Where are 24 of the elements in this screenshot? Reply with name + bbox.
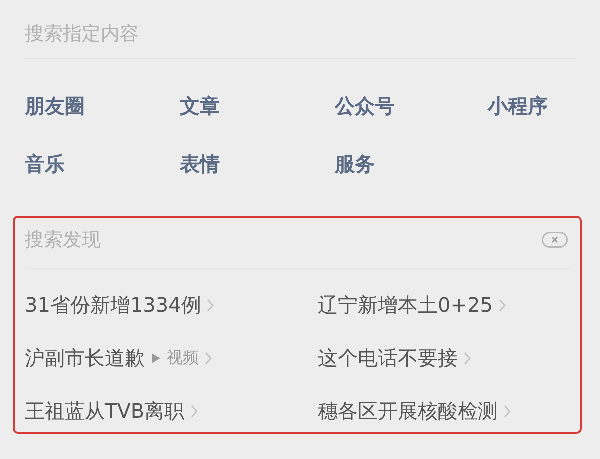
chevron-icon	[464, 352, 471, 364]
trending-link[interactable]: 辽宁新增本土0+25	[318, 289, 493, 321]
video-tag: 视频	[167, 348, 199, 368]
category-link[interactable]: 音乐	[25, 148, 65, 180]
section-title: 搜索指定内容	[25, 22, 139, 47]
category-link[interactable]: 小程序	[488, 90, 548, 122]
category-link[interactable]: 服务	[335, 148, 375, 180]
category-link[interactable]: 表情	[180, 148, 220, 180]
play-icon	[151, 352, 161, 364]
chevron-icon	[190, 404, 198, 418]
category-link[interactable]: 朋友圈	[25, 90, 85, 122]
trending-link[interactable]: 沪副市长道歉	[25, 342, 145, 374]
close-icon[interactable]	[542, 232, 568, 248]
category-link[interactable]: 公众号	[335, 90, 395, 122]
section-title: 搜索发现	[25, 228, 101, 253]
chevron-icon	[498, 298, 506, 312]
trending-link[interactable]: 穗各区开展核酸检测	[318, 395, 498, 427]
chevron-icon	[504, 404, 511, 418]
trending-link[interactable]: 这个电话不要接	[318, 342, 458, 374]
category-link[interactable]: 文章	[180, 90, 220, 122]
trending-link[interactable]: 31省份新增1334例	[25, 289, 202, 321]
trending-link[interactable]: 王祖蓝从TVB离职	[25, 395, 185, 427]
chevron-icon	[207, 298, 214, 312]
chevron-icon	[205, 352, 212, 364]
